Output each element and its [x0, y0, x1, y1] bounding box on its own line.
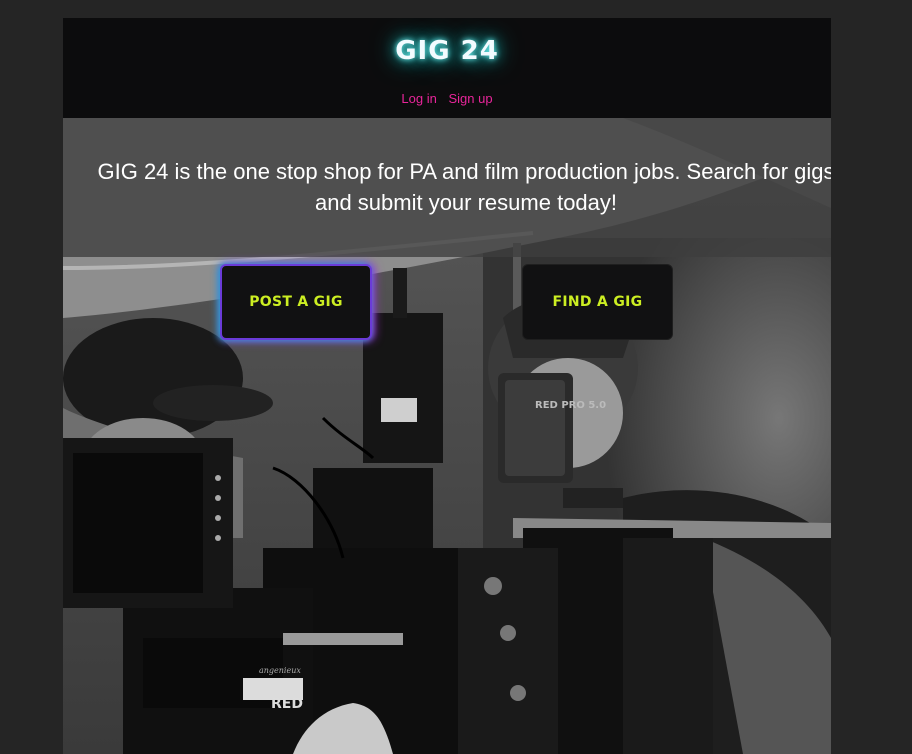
auth-nav: Log in Sign up — [63, 91, 831, 106]
lens-brand-label: angenieux — [259, 666, 301, 675]
tagline-band: GIG 24 is the one stop shop for PA and f… — [63, 118, 831, 257]
site-logo[interactable]: GIG 24 — [63, 36, 831, 66]
login-link[interactable]: Log in — [401, 91, 436, 106]
signup-link[interactable]: Sign up — [448, 91, 492, 106]
camera-label: RED — [271, 696, 303, 712]
page-container: GIG 24 Log in Sign up RED PRO 5.0 RED an… — [63, 18, 831, 754]
monitor-label: RED PRO 5.0 — [535, 400, 606, 411]
find-gig-button[interactable]: FIND A GIG — [522, 264, 673, 340]
hero-tagline: GIG 24 is the one stop shop for PA and f… — [97, 159, 832, 215]
post-gig-button[interactable]: POST A GIG — [220, 264, 372, 340]
site-header: GIG 24 Log in Sign up — [63, 18, 831, 118]
hero-section: RED PRO 5.0 RED angenieux GIG 24 is the … — [63, 118, 831, 754]
